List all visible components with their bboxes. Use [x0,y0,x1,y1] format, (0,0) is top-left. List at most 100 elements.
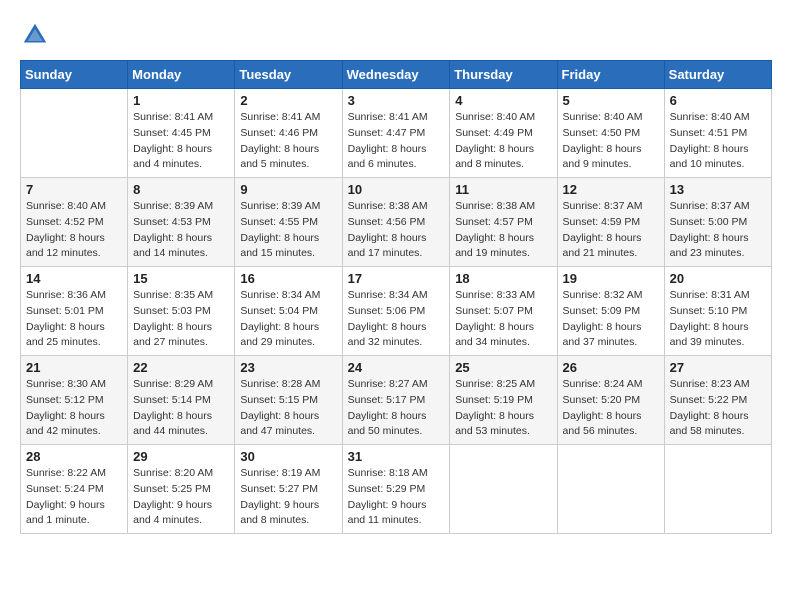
calendar-day-cell: 24 Sunrise: 8:27 AMSunset: 5:17 PMDayligh… [342,356,450,445]
logo-icon [20,20,50,50]
day-number: 17 [348,271,445,286]
day-number: 3 [348,93,445,108]
calendar-day-cell: 11 Sunrise: 8:38 AMSunset: 4:57 PMDayligh… [450,178,557,267]
calendar-week-row: 14 Sunrise: 8:36 AMSunset: 5:01 PMDayligh… [21,267,772,356]
day-info: Sunrise: 8:18 AMSunset: 5:29 PMDaylight:… [348,466,445,529]
calendar-day-cell [21,89,128,178]
calendar-day-cell: 15 Sunrise: 8:35 AMSunset: 5:03 PMDayligh… [128,267,235,356]
day-number: 1 [133,93,229,108]
day-info: Sunrise: 8:35 AMSunset: 5:03 PMDaylight:… [133,288,229,351]
calendar-day-cell: 20 Sunrise: 8:31 AMSunset: 5:10 PMDayligh… [664,267,771,356]
day-number: 10 [348,182,445,197]
calendar-day-cell: 7 Sunrise: 8:40 AMSunset: 4:52 PMDaylight… [21,178,128,267]
calendar-day-cell: 18Sunrise: 8:33 AMSunset: 5:07 PMDayligh… [450,267,557,356]
day-info: Sunrise: 8:39 AMSunset: 4:53 PMDaylight:… [133,199,229,262]
day-info: Sunrise: 8:38 AMSunset: 4:57 PMDaylight:… [455,199,551,262]
day-info: Sunrise: 8:34 AMSunset: 5:06 PMDaylight:… [348,288,445,351]
weekday-header: Saturday [664,61,771,89]
day-info: Sunrise: 8:19 AMSunset: 5:27 PMDaylight:… [240,466,336,529]
calendar-day-cell: 27Sunrise: 8:23 AMSunset: 5:22 PMDayligh… [664,356,771,445]
weekday-header: Friday [557,61,664,89]
calendar-week-row: 1 Sunrise: 8:41 AMSunset: 4:45 PMDaylight… [21,89,772,178]
calendar-day-cell: 16 Sunrise: 8:34 AMSunset: 5:04 PMDayligh… [235,267,342,356]
day-info: Sunrise: 8:39 AMSunset: 4:55 PMDaylight:… [240,199,336,262]
day-info: Sunrise: 8:22 AMSunset: 5:24 PMDaylight:… [26,466,122,529]
day-info: Sunrise: 8:41 AMSunset: 4:47 PMDaylight:… [348,110,445,173]
day-info: Sunrise: 8:36 AMSunset: 5:01 PMDaylight:… [26,288,122,351]
calendar-header-row: SundayMondayTuesdayWednesdayThursdayFrid… [21,61,772,89]
day-number: 9 [240,182,336,197]
day-number: 28 [26,449,122,464]
day-info: Sunrise: 8:40 AMSunset: 4:49 PMDaylight:… [455,110,551,173]
day-number: 21 [26,360,122,375]
day-info: Sunrise: 8:28 AMSunset: 5:15 PMDaylight:… [240,377,336,440]
day-info: Sunrise: 8:20 AMSunset: 5:25 PMDaylight:… [133,466,229,529]
calendar-week-row: 28 Sunrise: 8:22 AMSunset: 5:24 PMDayligh… [21,445,772,534]
day-number: 30 [240,449,336,464]
calendar-day-cell: 22 Sunrise: 8:29 AMSunset: 5:14 PMDayligh… [128,356,235,445]
day-number: 13 [670,182,766,197]
day-number: 14 [26,271,122,286]
day-info: Sunrise: 8:38 AMSunset: 4:56 PMDaylight:… [348,199,445,262]
day-info: Sunrise: 8:24 AMSunset: 5:20 PMDaylight:… [563,377,659,440]
day-info: Sunrise: 8:33 AMSunset: 5:07 PMDaylight:… [455,288,551,351]
day-info: Sunrise: 8:31 AMSunset: 5:10 PMDaylight:… [670,288,766,351]
day-number: 7 [26,182,122,197]
weekday-header: Tuesday [235,61,342,89]
day-number: 11 [455,182,551,197]
day-info: Sunrise: 8:37 AMSunset: 4:59 PMDaylight:… [563,199,659,262]
page-header [20,20,772,50]
calendar-day-cell: 2 Sunrise: 8:41 AMSunset: 4:46 PMDaylight… [235,89,342,178]
calendar-day-cell: 23Sunrise: 8:28 AMSunset: 5:15 PMDayligh… [235,356,342,445]
calendar-day-cell: 3 Sunrise: 8:41 AMSunset: 4:47 PMDaylight… [342,89,450,178]
day-info: Sunrise: 8:41 AMSunset: 4:45 PMDaylight:… [133,110,229,173]
weekday-header: Monday [128,61,235,89]
day-info: Sunrise: 8:30 AMSunset: 5:12 PMDaylight:… [26,377,122,440]
weekday-header: Sunday [21,61,128,89]
day-number: 12 [563,182,659,197]
calendar-table: SundayMondayTuesdayWednesdayThursdayFrid… [20,60,772,534]
calendar-week-row: 7 Sunrise: 8:40 AMSunset: 4:52 PMDaylight… [21,178,772,267]
calendar-day-cell: 31 Sunrise: 8:18 AMSunset: 5:29 PMDayligh… [342,445,450,534]
calendar-week-row: 21 Sunrise: 8:30 AMSunset: 5:12 PMDayligh… [21,356,772,445]
calendar-day-cell: 8Sunrise: 8:39 AMSunset: 4:53 PMDaylight… [128,178,235,267]
day-info: Sunrise: 8:40 AMSunset: 4:52 PMDaylight:… [26,199,122,262]
day-number: 31 [348,449,445,464]
day-number: 16 [240,271,336,286]
calendar-day-cell: 5Sunrise: 8:40 AMSunset: 4:50 PMDaylight… [557,89,664,178]
day-number: 20 [670,271,766,286]
day-number: 27 [670,360,766,375]
day-number: 24 [348,360,445,375]
calendar-day-cell: 12 Sunrise: 8:37 AMSunset: 4:59 PMDayligh… [557,178,664,267]
day-info: Sunrise: 8:34 AMSunset: 5:04 PMDaylight:… [240,288,336,351]
day-info: Sunrise: 8:37 AMSunset: 5:00 PMDaylight:… [670,199,766,262]
day-number: 6 [670,93,766,108]
calendar-day-cell: 17 Sunrise: 8:34 AMSunset: 5:06 PMDayligh… [342,267,450,356]
day-number: 29 [133,449,229,464]
calendar-day-cell: 14 Sunrise: 8:36 AMSunset: 5:01 PMDayligh… [21,267,128,356]
day-info: Sunrise: 8:29 AMSunset: 5:14 PMDaylight:… [133,377,229,440]
calendar-day-cell [450,445,557,534]
calendar-day-cell: 9 Sunrise: 8:39 AMSunset: 4:55 PMDaylight… [235,178,342,267]
day-number: 26 [563,360,659,375]
calendar-day-cell: 25Sunrise: 8:25 AMSunset: 5:19 PMDayligh… [450,356,557,445]
day-number: 2 [240,93,336,108]
day-info: Sunrise: 8:27 AMSunset: 5:17 PMDaylight:… [348,377,445,440]
weekday-header: Wednesday [342,61,450,89]
calendar-day-cell: 6Sunrise: 8:40 AMSunset: 4:51 PMDaylight… [664,89,771,178]
calendar-day-cell: 29 Sunrise: 8:20 AMSunset: 5:25 PMDayligh… [128,445,235,534]
day-info: Sunrise: 8:41 AMSunset: 4:46 PMDaylight:… [240,110,336,173]
calendar-day-cell: 30 Sunrise: 8:19 AMSunset: 5:27 PMDayligh… [235,445,342,534]
day-number: 4 [455,93,551,108]
calendar-day-cell: 19 Sunrise: 8:32 AMSunset: 5:09 PMDayligh… [557,267,664,356]
calendar-day-cell: 21 Sunrise: 8:30 AMSunset: 5:12 PMDayligh… [21,356,128,445]
day-number: 19 [563,271,659,286]
calendar-day-cell: 28 Sunrise: 8:22 AMSunset: 5:24 PMDayligh… [21,445,128,534]
day-info: Sunrise: 8:32 AMSunset: 5:09 PMDaylight:… [563,288,659,351]
calendar-day-cell: 4 Sunrise: 8:40 AMSunset: 4:49 PMDaylight… [450,89,557,178]
calendar-day-cell: 13 Sunrise: 8:37 AMSunset: 5:00 PMDayligh… [664,178,771,267]
day-number: 22 [133,360,229,375]
day-number: 15 [133,271,229,286]
day-info: Sunrise: 8:40 AMSunset: 4:50 PMDaylight:… [563,110,659,173]
calendar-day-cell [664,445,771,534]
